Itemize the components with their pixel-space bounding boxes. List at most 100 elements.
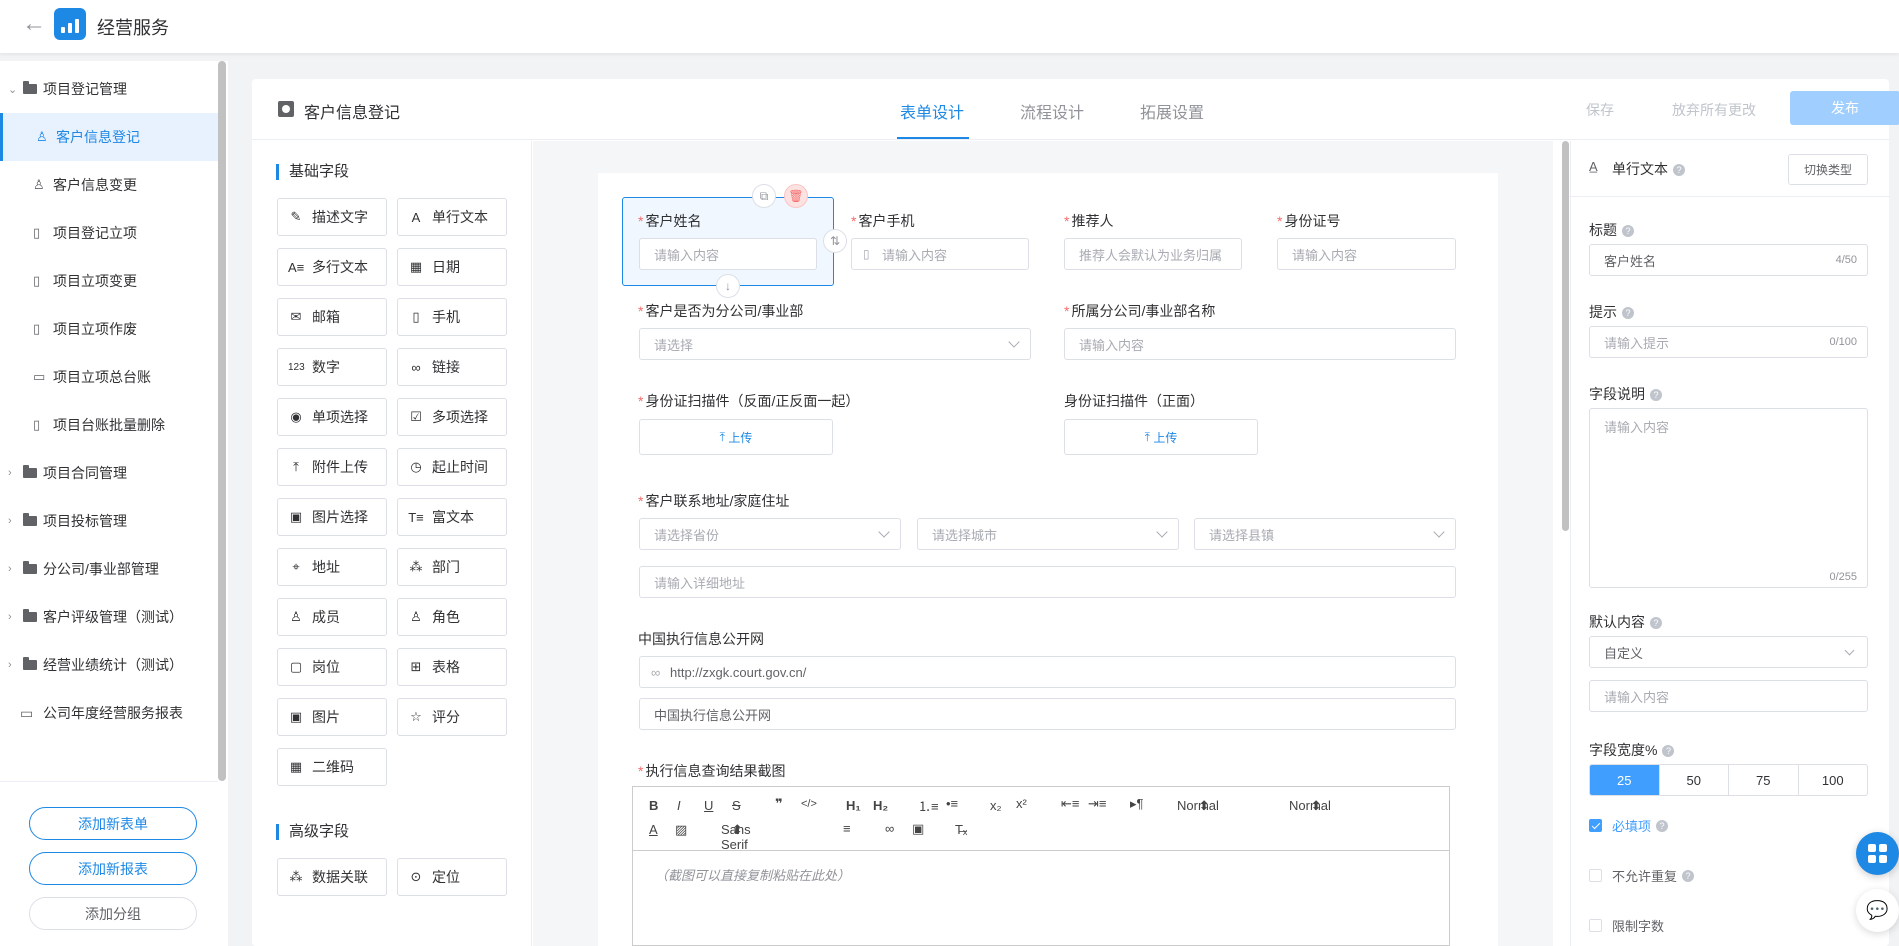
tab-flow-design[interactable]: 流程设计 (1020, 99, 1084, 123)
h1-icon[interactable]: H₁ (846, 798, 861, 813)
palette-field[interactable]: ⤒ 附件上传 (277, 448, 387, 486)
add-form-button[interactable]: 添加新表单 (29, 807, 197, 840)
sidebar-item-customer-change[interactable]: ♙ 客户信息变更 (0, 161, 218, 209)
bullet-list-icon[interactable]: •≡ (946, 796, 958, 811)
palette-field[interactable]: ▣ 图片选择 (277, 498, 387, 536)
text-direction-icon[interactable]: ▸¶ (1130, 796, 1144, 812)
sidebar-item-project-void[interactable]: ▯ 项目立项作废 (0, 305, 218, 353)
size-select[interactable]: Normal ⬍ (1289, 798, 1331, 814)
clear-format-icon[interactable]: T̶ₓ (955, 822, 967, 837)
discard-changes-button[interactable]: 放弃所有更改 (1672, 100, 1756, 120)
palette-field[interactable]: ☆ 评分 (397, 698, 507, 736)
subscript-icon[interactable]: x₂ (990, 798, 1002, 813)
ordered-list-icon[interactable]: ⒈≡ (918, 796, 939, 815)
branch-name-input[interactable]: 请输入内容 (1064, 328, 1456, 360)
width-option-75[interactable]: 75 (1729, 765, 1799, 795)
publish-button[interactable]: 发布 (1790, 91, 1899, 125)
customer-phone-input[interactable]: ▯ 请输入内容 (851, 238, 1029, 270)
is-branch-select[interactable]: 请选择 (639, 328, 1031, 360)
sidebar-item-project-change[interactable]: ▯ 项目立项变更 (0, 257, 218, 305)
no-duplicate-checkbox[interactable]: 不允许重复? (1589, 866, 1695, 885)
delete-icon[interactable]: 🗑 (784, 184, 808, 208)
palette-field[interactable]: ▣ 图片 (277, 698, 387, 736)
palette-field[interactable]: ▦ 二维码 (277, 748, 387, 786)
detail-address-input[interactable]: 请输入详细地址 (639, 566, 1456, 598)
sidebar-item-customer-registration[interactable]: ♙ 客户信息登记 (0, 113, 218, 161)
width-option-100[interactable]: 100 (1799, 765, 1868, 795)
sidebar-group-customer-rating[interactable]: › 客户评级管理（测试） (0, 593, 218, 641)
palette-field[interactable]: ∞ 链接 (397, 348, 507, 386)
save-button[interactable]: 保存 (1586, 100, 1614, 120)
palette-field[interactable]: ◉ 单项选择 (277, 398, 387, 436)
sidebar-item-annual-report[interactable]: ▭ 公司年度经营服务报表 (0, 689, 218, 737)
background-color-icon[interactable]: ▨ (675, 822, 687, 838)
palette-field[interactable]: ⌖ 地址 (277, 548, 387, 586)
sidebar-group-bidding[interactable]: › 项目投标管理 (0, 497, 218, 545)
province-select[interactable]: 请选择省份 (639, 518, 901, 550)
indent-icon[interactable]: ⇥≡ (1088, 796, 1106, 812)
switch-type-button[interactable]: 切换类型 (1788, 154, 1868, 185)
sidebar-group-project-registration[interactable]: ⌄ 项目登记管理 (0, 65, 218, 113)
required-checkbox[interactable]: 必填项? (1589, 816, 1669, 835)
default-content-input[interactable]: 请输入内容 (1589, 680, 1868, 712)
referrer-input[interactable]: 推荐人会默认为业务归属 (1064, 238, 1242, 270)
copy-icon[interactable]: ⧉ (752, 184, 776, 208)
sidebar-group-branch[interactable]: › 分公司/事业部管理 (0, 545, 218, 593)
title-input[interactable]: 客户姓名 4/50 (1589, 244, 1868, 276)
sidebar-item-project-ledger[interactable]: ▭ 项目立项总台账 (0, 353, 218, 401)
palette-field[interactable]: ⁂ 数据关联 (277, 858, 387, 896)
palette-field[interactable]: ⁂ 部门 (397, 548, 507, 586)
id-number-input[interactable]: 请输入内容 (1277, 238, 1456, 270)
city-select[interactable]: 请选择城市 (917, 518, 1179, 550)
font-select[interactable]: Sans Serif ⬍ (721, 822, 751, 852)
bold-icon[interactable]: B (649, 798, 658, 813)
canvas-scrollbar[interactable] (1562, 141, 1569, 531)
apps-grid-icon[interactable] (1856, 832, 1899, 875)
palette-field[interactable]: ♙ 成员 (277, 598, 387, 636)
upload-button[interactable]: ⤒ 上传 (1064, 419, 1258, 455)
sidebar-group-contract[interactable]: › 项目合同管理 (0, 449, 218, 497)
default-mode-select[interactable]: 自定义 (1589, 636, 1868, 668)
chat-icon[interactable]: 💬 (1856, 889, 1899, 932)
align-icon[interactable]: ≡ (843, 821, 851, 836)
limit-chars-checkbox[interactable]: 限制字数 (1589, 916, 1664, 935)
header-select[interactable]: Normal ⬍ (1177, 798, 1219, 814)
palette-field[interactable]: ▢ 岗位 (277, 648, 387, 686)
underline-icon[interactable]: U (704, 798, 713, 813)
palette-field[interactable]: T≡ 富文本 (397, 498, 507, 536)
customer-name-input[interactable]: 请输入内容 (639, 238, 817, 270)
add-group-button[interactable]: 添加分组 (29, 897, 197, 930)
italic-icon[interactable]: I (677, 798, 681, 813)
sidebar-item-project-setup[interactable]: ▯ 项目登记立项 (0, 209, 218, 257)
sidebar-item-ledger-bulk-delete[interactable]: ▯ 项目台账批量删除 (0, 401, 218, 449)
outdent-icon[interactable]: ⇤≡ (1061, 796, 1079, 812)
tab-form-design[interactable]: 表单设计 (900, 99, 964, 123)
palette-field[interactable]: ⊞ 表格 (397, 648, 507, 686)
sidebar-group-performance[interactable]: › 经营业绩统计（测试） (0, 641, 218, 689)
width-option-25[interactable]: 25 (1590, 765, 1660, 795)
palette-field[interactable]: A≡ 多行文本 (277, 248, 387, 286)
palette-field[interactable]: 123 数字 (277, 348, 387, 386)
palette-field[interactable]: A 单行文本 (397, 198, 507, 236)
quote-icon[interactable]: ❞ (775, 796, 783, 812)
image-icon[interactable]: ▣ (912, 821, 924, 837)
upload-button[interactable]: ⤒ 上传 (639, 419, 833, 455)
link-icon[interactable]: ∞ (885, 821, 894, 836)
h2-icon[interactable]: H₂ (873, 798, 888, 813)
palette-field[interactable]: ⊙ 定位 (397, 858, 507, 896)
width-option-50[interactable]: 50 (1660, 765, 1729, 795)
court-url-input[interactable]: ∞ http://zxgk.court.gov.cn/ (639, 656, 1456, 688)
palette-field[interactable]: ◷ 起止时间 (397, 448, 507, 486)
add-report-button[interactable]: 添加新报表 (29, 852, 197, 885)
palette-field[interactable]: ✉ 邮箱 (277, 298, 387, 336)
rich-text-editor[interactable]: B I U S ❞ </> H₁ H₂ ⒈≡ •≡ x₂ x² ⇤≡ ⇥≡ ▸¶… (632, 786, 1450, 946)
strike-icon[interactable]: S (732, 798, 741, 813)
palette-field[interactable]: ✎ 描述文字 (277, 198, 387, 236)
move-down-icon[interactable]: ↓ (716, 274, 740, 298)
back-arrow-icon[interactable]: ← (22, 12, 46, 36)
code-icon[interactable]: </> (801, 798, 817, 810)
palette-field[interactable]: ♙ 角色 (397, 598, 507, 636)
palette-field[interactable]: ☑ 多项选择 (397, 398, 507, 436)
sidebar-scrollbar[interactable] (218, 61, 226, 781)
font-color-icon[interactable]: A (649, 822, 658, 837)
